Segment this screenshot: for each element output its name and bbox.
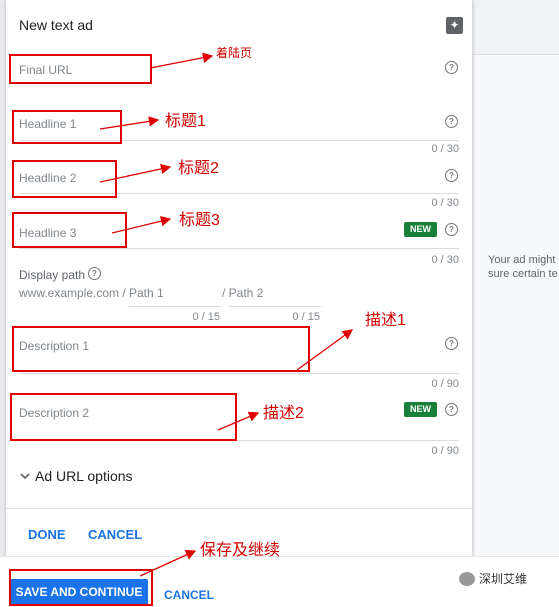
annotation-landing-page: 着陆页	[216, 46, 253, 60]
headline3-underline	[19, 248, 459, 249]
chevron-down-icon[interactable]	[19, 470, 31, 482]
headline3-counter: 0 / 30	[431, 254, 459, 266]
annotation-box-save	[9, 569, 153, 606]
path1-counter: 0 / 15	[192, 311, 220, 323]
annotation-box-headline2	[12, 160, 117, 198]
headline2-counter: 0 / 30	[431, 197, 459, 209]
headline3-help-icon[interactable]: ?	[445, 223, 458, 236]
card-divider	[6, 508, 472, 509]
annotation-description1: 描述1	[365, 312, 406, 329]
preview-header	[473, 0, 559, 55]
annotation-save-continue: 保存及继续	[200, 542, 281, 559]
preview-text: Your ad might sure certain te	[488, 253, 559, 281]
description1-counter: 0 / 90	[431, 378, 459, 390]
ad-preview-panel: Your ad might sure certain te	[473, 0, 559, 556]
description2-help-icon[interactable]: ?	[445, 403, 458, 416]
description2-counter: 0 / 90	[431, 445, 459, 457]
display-path-domain: www.example.com /	[19, 286, 126, 300]
description2-new-badge: NEW	[404, 402, 437, 417]
final-url-help-icon[interactable]: ?	[445, 61, 458, 74]
headline1-counter: 0 / 30	[431, 143, 459, 155]
display-path-label: Display path	[19, 268, 86, 282]
annotation-headline1: 标题1	[165, 113, 206, 130]
ad-url-options-toggle[interactable]: Ad URL options	[35, 468, 133, 484]
watermark: 深圳艾维	[459, 570, 527, 587]
description1-help-icon[interactable]: ?	[445, 337, 458, 350]
annotation-box-final-url	[9, 54, 152, 84]
description1-underline	[19, 373, 459, 374]
ad-suggestion-icon[interactable]: ✦	[446, 17, 463, 34]
preview-line-1: Your ad might	[488, 254, 556, 266]
annotation-box-description1	[12, 326, 310, 372]
annotation-headline3: 标题3	[179, 212, 220, 229]
bottom-cancel-button[interactable]: CANCEL	[164, 588, 214, 602]
annotation-box-headline1	[12, 110, 122, 144]
wechat-icon	[459, 571, 475, 586]
headline2-help-icon[interactable]: ?	[445, 169, 458, 182]
annotation-box-headline3	[12, 212, 127, 248]
done-button[interactable]: DONE	[28, 527, 66, 542]
headline3-new-badge: NEW	[404, 222, 437, 237]
card-cancel-button[interactable]: CANCEL	[88, 527, 142, 542]
path2-counter: 0 / 15	[292, 311, 320, 323]
annotation-box-description2	[10, 393, 237, 441]
preview-line-2: sure certain te	[488, 268, 558, 280]
path1-field[interactable]: Path 1	[129, 286, 164, 300]
annotation-description2: 描述2	[263, 405, 304, 422]
display-path-help-icon[interactable]: ?	[88, 267, 101, 280]
annotation-headline2: 标题2	[178, 160, 219, 177]
watermark-text: 深圳艾维	[479, 572, 528, 586]
path2-field[interactable]: / Path 2	[222, 286, 263, 300]
card-title: New text ad	[19, 17, 93, 33]
path1-underline	[129, 306, 221, 307]
path2-underline	[229, 306, 321, 307]
headline1-help-icon[interactable]: ?	[445, 115, 458, 128]
